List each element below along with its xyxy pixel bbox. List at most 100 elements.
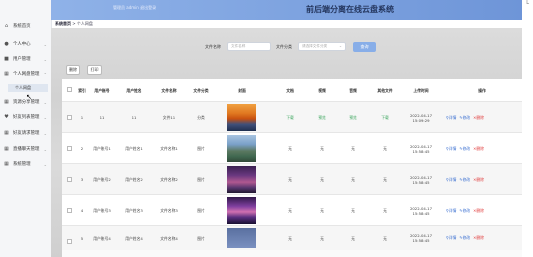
sidebar-item-friends[interactable]: ♥ 好友列表管理 ⌄ xyxy=(0,111,51,123)
edit-button[interactable]: ✎修改 xyxy=(459,115,470,121)
sidebar-item-system[interactable]: ▦ 系统管理 ⌄ xyxy=(0,158,51,170)
cell-audio[interactable]: 预览 xyxy=(343,102,363,133)
header-name[interactable]: 用户姓名 xyxy=(121,79,147,101)
header-upload-time[interactable]: 上传时间 xyxy=(407,79,435,101)
cell-upload-time: 2022-04-17 15:58:45 xyxy=(409,205,433,216)
delete-row-button[interactable]: ✕删除 xyxy=(473,235,484,241)
edit-button[interactable]: ✎修改 xyxy=(459,177,470,183)
row-checkbox[interactable] xyxy=(67,177,72,182)
cell-filename: 文件名称3 xyxy=(160,208,178,213)
header-account[interactable]: 用户账号 xyxy=(89,79,115,101)
cell-audio: 无 xyxy=(351,208,355,213)
cover-image xyxy=(227,166,256,193)
delete-label: 删除 xyxy=(476,114,484,120)
print-button[interactable]: 打印 xyxy=(87,65,102,75)
breadcrumb-home[interactable]: 系统首页 xyxy=(55,21,71,26)
corner-mark: L xyxy=(526,0,529,6)
cell-doc: 无 xyxy=(288,208,292,213)
detail-label: 详情 xyxy=(448,114,457,120)
cell-name: 用户姓名1 xyxy=(125,146,143,151)
cell-other: 无 xyxy=(383,235,387,241)
sidebar-item-label: 直播聊天管理 xyxy=(13,147,40,152)
cell-name: 11 xyxy=(131,115,137,120)
header-actions: 操作 xyxy=(478,87,486,93)
detail-button[interactable]: ⚲详情 xyxy=(446,146,456,152)
chevron-down-icon: ⌄ xyxy=(43,114,47,120)
sidebar-item-chat[interactable]: ▦ 直播聊天管理 ⌄ xyxy=(0,143,51,155)
row-index: 2 xyxy=(80,146,84,151)
chevron-down-icon: ⌄ xyxy=(338,44,342,48)
detail-label: 详情 xyxy=(448,235,457,240)
header-index: 索引 xyxy=(78,87,86,93)
sidebar-subitem-disk[interactable]: 个人网盘 xyxy=(8,84,48,92)
sidebar-item-profile[interactable]: ● 个人中心 ⌄ xyxy=(0,38,51,50)
detail-label: 详情 xyxy=(448,145,457,151)
row-checkbox[interactable] xyxy=(67,239,72,244)
delete-button[interactable]: 删除 xyxy=(66,65,80,75)
detail-button[interactable]: ⚲详情 xyxy=(446,235,456,241)
detail-button[interactable]: ⚲详情 xyxy=(446,208,456,214)
top-header: 管理员 admin 退出登录 前后端分离在线云盘系统 xyxy=(51,0,522,20)
cell-account: 11 xyxy=(99,115,105,120)
table-header: 索引 用户账号 用户姓名 文件名称 文件分类 封面 文档 视频 音频 其他文件 … xyxy=(62,79,522,101)
edit-label: 修改 xyxy=(462,235,471,240)
page-edge: L xyxy=(522,0,533,257)
edit-button[interactable]: ✎修改 xyxy=(459,146,470,152)
search-button[interactable]: 查询 xyxy=(353,42,376,52)
edit-label: 修改 xyxy=(462,176,471,182)
cell-video[interactable]: 预览 xyxy=(312,102,332,133)
app-title: 前后端分离在线云盘系统 xyxy=(306,5,394,14)
delete-label: 删除 xyxy=(476,176,484,182)
user-info[interactable]: 管理员 admin 退出登录 xyxy=(113,5,156,11)
cell-name: 用户姓名3 xyxy=(125,208,143,213)
cell-category: 图片 xyxy=(197,208,205,213)
sidebar-item-disk[interactable]: ▦ 个人网盘管理 ⌃ xyxy=(0,68,51,80)
row-checkbox[interactable] xyxy=(67,146,72,151)
edit-label: 修改 xyxy=(462,207,471,213)
breadcrumb: 系统首页 > 个人网盘 xyxy=(55,21,93,27)
header-doc: 文档 xyxy=(286,87,294,93)
header-category[interactable]: 文件分类 xyxy=(188,79,214,101)
header-cover: 封面 xyxy=(238,87,246,93)
cell-account: 用户账号3 xyxy=(93,208,111,213)
select-all-checkbox[interactable] xyxy=(67,87,72,92)
cell-category: 图片 xyxy=(197,146,205,151)
edit-label: 修改 xyxy=(462,145,471,151)
detail-label: 详情 xyxy=(448,176,457,182)
sidebar-item-label: 资源分享管理 xyxy=(13,100,40,105)
table-row: 1 11 11 文件11 分类 下载 预览 预览 下载 2022-04-17 15:09:29 ⚲详… xyxy=(62,101,522,133)
cell-other[interactable]: 下载 xyxy=(370,102,400,133)
detail-button[interactable]: ⚲详情 xyxy=(446,115,456,121)
row-actions: ⚲详情 ✎修改 ✕删除 xyxy=(446,226,484,250)
header-other: 其他文件 xyxy=(377,87,393,93)
detail-button[interactable]: ⚲详情 xyxy=(446,177,456,183)
sidebar-item-users[interactable]: ■ 用户管理 ⌄ xyxy=(0,53,51,65)
row-actions: ⚲详情 ✎修改 ✕删除 xyxy=(446,195,484,226)
cell-filename: 文件11 xyxy=(162,115,176,120)
row-actions: ⚲详情 ✎修改 ✕删除 xyxy=(446,133,484,164)
cell-doc[interactable]: 下载 xyxy=(280,102,300,133)
sidebar-item-share[interactable]: ▦ 资源分享管理 ⌄ xyxy=(0,96,51,108)
edit-button[interactable]: ✎修改 xyxy=(459,208,470,214)
header-filename[interactable]: 文件名称 xyxy=(156,79,182,101)
delete-row-button[interactable]: ✕删除 xyxy=(473,146,484,152)
edit-button[interactable]: ✎修改 xyxy=(459,235,470,241)
cover-image xyxy=(227,104,256,131)
delete-row-button[interactable]: ✕删除 xyxy=(473,115,484,121)
sidebar-item-label: 个人中心 xyxy=(13,42,31,47)
delete-row-button[interactable]: ✕删除 xyxy=(473,208,484,214)
sidebar-item-label: 个人网盘管理 xyxy=(13,72,40,77)
chevron-up-icon: ⌃ xyxy=(43,71,47,77)
cell-doc: 无 xyxy=(288,146,292,151)
home-icon: ⌂ xyxy=(4,23,9,29)
chevron-down-icon: ⌄ xyxy=(43,56,47,62)
delete-row-button[interactable]: ✕删除 xyxy=(473,177,484,183)
category-select[interactable]: 请选择文件分类 ⌄ xyxy=(298,42,346,51)
cell-account: 用户账号2 xyxy=(93,177,111,182)
sidebar-item-requests[interactable]: ▦ 好友请求管理 ⌄ xyxy=(0,127,51,139)
row-checkbox[interactable] xyxy=(67,208,72,213)
row-checkbox[interactable] xyxy=(67,115,72,120)
chevron-down-icon: ⌄ xyxy=(43,161,47,167)
sidebar-item-home[interactable]: ⌂ 系统首页 xyxy=(0,20,51,32)
filename-input[interactable]: 文件名称 xyxy=(227,42,271,51)
